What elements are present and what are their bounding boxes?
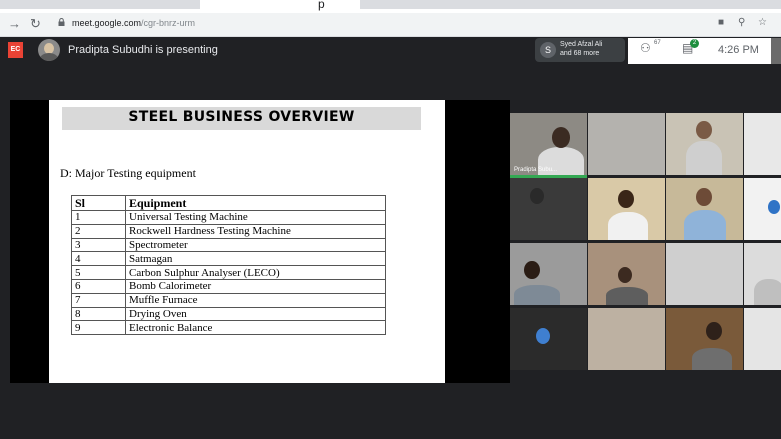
participant-video-tile[interactable] [744,243,781,305]
chat-badge: 2 [690,39,699,48]
active-tab[interactable]: p [318,0,325,11]
cell-equipment: Bomb Calorimeter [125,278,386,294]
participant-avatar: S [540,42,556,58]
chrome-divider [0,36,781,37]
cell-sl: 9 [71,320,126,336]
clock: 4:26 PM [718,44,759,56]
cell-equipment: Carbon Sulphur Analyser (LECO) [125,265,386,280]
table-row: 6 Bomb Calorimeter [71,278,386,294]
participants-chip-line2: and 68 more [560,50,600,57]
cell-equipment: Electronic Balance [125,320,386,336]
participant-video-tile[interactable] [666,243,743,305]
participant-video-tile[interactable] [588,113,665,175]
table-row: 1 Universal Testing Machine [71,210,386,225]
participant-head [524,261,540,280]
cell-sl: 7 [71,292,126,308]
url-path: /cgr-bnrz-urm [141,18,196,28]
table-row: 9 Electronic Balance [71,320,386,336]
participant-video-tile[interactable] [588,243,665,305]
participant-torso [754,279,781,305]
people-icon[interactable]: ⚇ [640,41,651,55]
equipment-table: Sl Equipment 1 Universal Testing Machine 2… [71,195,386,336]
participant-video-tile[interactable] [510,308,587,370]
cell-equipment: Universal Testing Machine [125,210,386,225]
participant-torso [686,141,722,175]
cell-sl: 3 [71,237,126,253]
participant-torso [606,287,648,305]
refresh-icon[interactable]: ↻ [30,16,41,32]
participants-chip-line1: Syed Afzal Ali [560,41,603,48]
table-row: 4 Satmagan [71,251,386,267]
equipment-table-body: 1 Universal Testing Machine 2 Rockwell Hard… [71,210,386,336]
participants-chip-text: Syed Afzal Ali and 68 more [560,40,602,58]
recording-badge: EC [8,42,23,58]
cell-equipment: Drying Oven [125,306,386,322]
participant-head [552,127,570,148]
participant-video-tile[interactable] [666,308,743,370]
people-count: 67 [654,40,661,46]
cell-equipment: Rockwell Hardness Testing Machine [125,223,386,239]
presenter-speaking-indicator [510,175,587,178]
participant-head [768,200,780,214]
participant-video-grid: Pradipta Subu... [510,113,781,373]
tab-strip-shade-left [0,0,200,9]
participant-name-label: Pradipta Subu... [514,167,558,173]
participant-head [696,121,712,140]
table-row: 3 Spectrometer [71,237,386,253]
participant-head [618,190,634,209]
participant-video-tile[interactable] [666,178,743,240]
presenting-status: Pradipta Subudhi is presenting [68,44,218,56]
participant-video-tile[interactable] [744,113,781,175]
participant-video-tile[interactable]: Pradipta Subu... [510,113,587,175]
url-host: meet.google.com [72,18,142,28]
self-view-thumbnail[interactable] [771,38,781,64]
presenter-avatar [38,39,60,61]
participant-head [706,322,722,341]
participant-head [536,328,550,345]
participant-head [618,267,632,284]
tab-strip-shade-right [360,0,781,9]
cell-equipment: Satmagan [125,251,386,267]
slide-title: STEEL BUSINESS OVERVIEW [128,109,355,125]
cell-equipment: Spectrometer [125,237,386,253]
meeting-footer [0,383,781,439]
star-icon[interactable]: ☆ [758,17,767,28]
column-header-equipment: Equipment [125,195,386,211]
table-row: 7 Muffle Furnace [71,292,386,308]
participant-head [696,188,712,207]
cell-sl: 1 [71,210,126,225]
participant-video-tile[interactable] [666,113,743,175]
participant-video-tile[interactable] [588,178,665,240]
camera-icon[interactable]: ■ [718,17,724,28]
participant-torso [608,212,648,240]
table-row: 2 Rockwell Hardness Testing Machine [71,223,386,239]
lock-icon [58,18,65,26]
participant-torso [684,210,726,240]
cell-sl: 8 [71,306,126,322]
table-header-row: Sl Equipment [71,195,386,211]
cell-sl: 2 [71,223,126,239]
cell-sl: 6 [71,278,126,294]
participant-torso [514,285,560,305]
participant-head [530,188,544,205]
tab-strip: p [0,0,781,13]
participant-torso [692,348,732,370]
zoom-icon[interactable]: ⚲ [738,17,745,28]
presenter-avatar-body [40,53,58,61]
participant-video-tile[interactable] [510,178,587,240]
participant-video-tile[interactable] [744,308,781,370]
participant-video-tile[interactable] [744,178,781,240]
cell-sl: 4 [71,251,126,267]
url-text[interactable]: meet.google.com/cgr-bnrz-urm [72,18,195,28]
participant-video-tile[interactable] [588,308,665,370]
slide-section-heading: D: Major Testing equipment [60,166,196,180]
participant-video-tile[interactable] [510,243,587,305]
table-row: 8 Drying Oven [71,306,386,322]
cell-sl: 5 [71,265,126,280]
cell-equipment: Muffle Furnace [125,292,386,308]
table-row: 5 Carbon Sulphur Analyser (LECO) [71,265,386,280]
back-icon[interactable]: → [8,16,21,32]
column-header-sl: Sl [71,195,126,211]
